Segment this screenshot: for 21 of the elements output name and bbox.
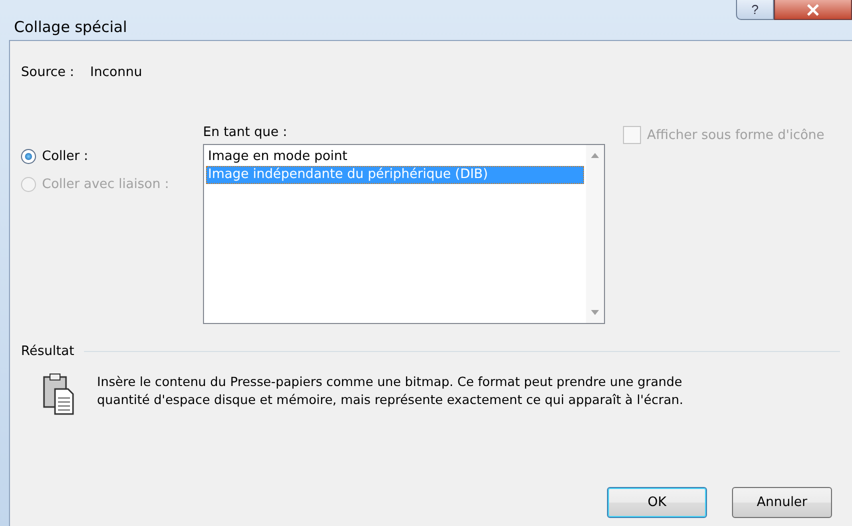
radio-label: Coller : <box>42 149 88 164</box>
help-button[interactable]: ? <box>736 0 774 20</box>
close-icon <box>805 4 821 16</box>
format-list[interactable]: Image en mode point Image indépendante du périphérique (DIB) <box>203 144 605 324</box>
dialog-button[interactable]: Annuler <box>732 487 832 518</box>
close-button[interactable] <box>774 0 852 20</box>
result-title: Résultat <box>21 344 74 359</box>
window-title: Collage spécial <box>14 18 128 36</box>
dialog-button[interactable]: OK <box>607 487 707 518</box>
radio-button[interactable] <box>21 149 36 164</box>
list-label: En tant que : <box>203 125 288 140</box>
result-description: Insère le contenu du Presse-papiers comme une bitmap. Ce format peut prendre une grande quantité d'espace disque et mémoire, mais représente exactement ce qui apparaît à l'écran. <box>97 373 684 409</box>
clipboard-icon <box>43 373 75 415</box>
checkbox-label: Afficher sous forme d'icône <box>647 128 824 142</box>
radio-label: Coller avec liaison : <box>42 177 169 192</box>
scroll-up-icon <box>591 153 599 158</box>
list-item[interactable]: Image en mode point <box>206 148 584 166</box>
scrollbar[interactable] <box>586 145 604 323</box>
source-value: Inconnu <box>90 65 142 80</box>
source-label: Source : <box>21 65 74 80</box>
scroll-down-icon <box>591 310 599 315</box>
